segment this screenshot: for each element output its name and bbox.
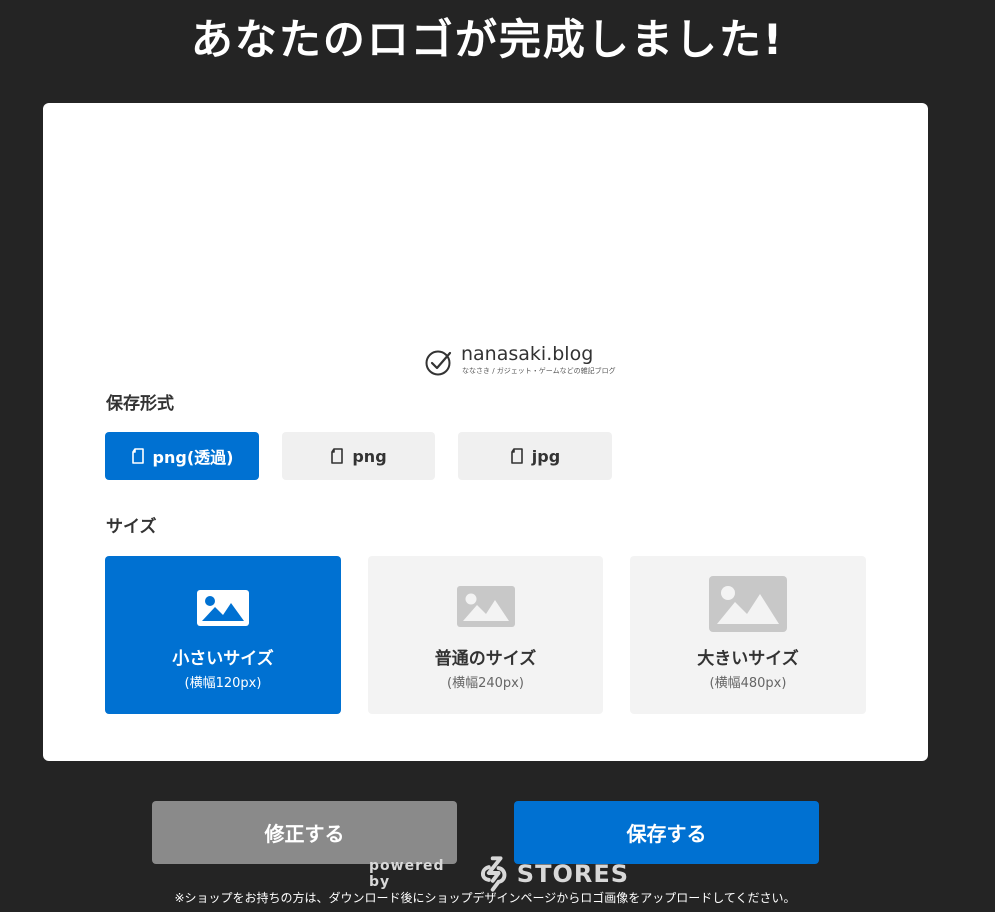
powered-by-label: powered by <box>369 858 445 890</box>
size-option-title: 普通のサイズ <box>434 649 537 669</box>
size-section-label: サイズ <box>106 517 157 537</box>
size-option-medium[interactable]: 普通のサイズ (横幅240px) <box>368 556 603 714</box>
format-option-label: png(透過) <box>152 448 234 467</box>
format-section-label: 保存形式 <box>106 394 174 414</box>
image-icon <box>456 586 515 627</box>
circle-check-icon <box>425 350 452 376</box>
size-option-title: 小さいサイズ <box>172 649 274 669</box>
format-option-png-transparent[interactable]: png(透過) <box>105 432 259 480</box>
upload-notice: ※ショップをお持ちの方は、ダウンロード後にショップデザインページからロゴ画像をア… <box>174 891 796 905</box>
logo-tagline: ななさき / ガジェット・ゲームなどの雑記ブログ <box>462 367 616 375</box>
format-option-jpg[interactable]: jpg <box>458 432 612 480</box>
image-icon <box>197 590 249 626</box>
size-option-title: 大きいサイズ <box>697 649 799 669</box>
image-icon <box>709 576 787 632</box>
size-option-large[interactable]: 大きいサイズ (横幅480px) <box>630 556 866 714</box>
result-card: nanasaki.blog ななさき / ガジェット・ゲームなどの雑記ブログ 保… <box>43 103 928 761</box>
file-icon <box>510 448 523 464</box>
format-option-label: png <box>352 446 387 466</box>
size-option-width: (横幅480px) <box>709 676 787 691</box>
powered-by-stores[interactable]: powered by STORES <box>369 854 629 894</box>
logo-preview: nanasaki.blog ななさき / ガジェット・ゲームなどの雑記ブログ <box>425 343 645 383</box>
size-option-width: (横幅240px) <box>447 676 524 691</box>
format-option-label: jpg <box>531 446 561 466</box>
file-icon <box>131 448 144 464</box>
format-option-png[interactable]: png <box>282 432 435 480</box>
stores-logo-icon <box>481 856 507 892</box>
logo-name: nanasaki.blog <box>461 343 594 365</box>
size-option-width: (横幅120px) <box>184 676 262 691</box>
logo-complete-page: あなたのロゴが完成しました! nanasaki.blog ななさき / ガジェッ… <box>0 0 995 912</box>
file-icon <box>331 448 344 464</box>
page-title: あなたのロゴが完成しました! <box>190 15 785 64</box>
size-option-small[interactable]: 小さいサイズ (横幅120px) <box>105 556 341 714</box>
stores-brand: STORES <box>516 860 629 888</box>
